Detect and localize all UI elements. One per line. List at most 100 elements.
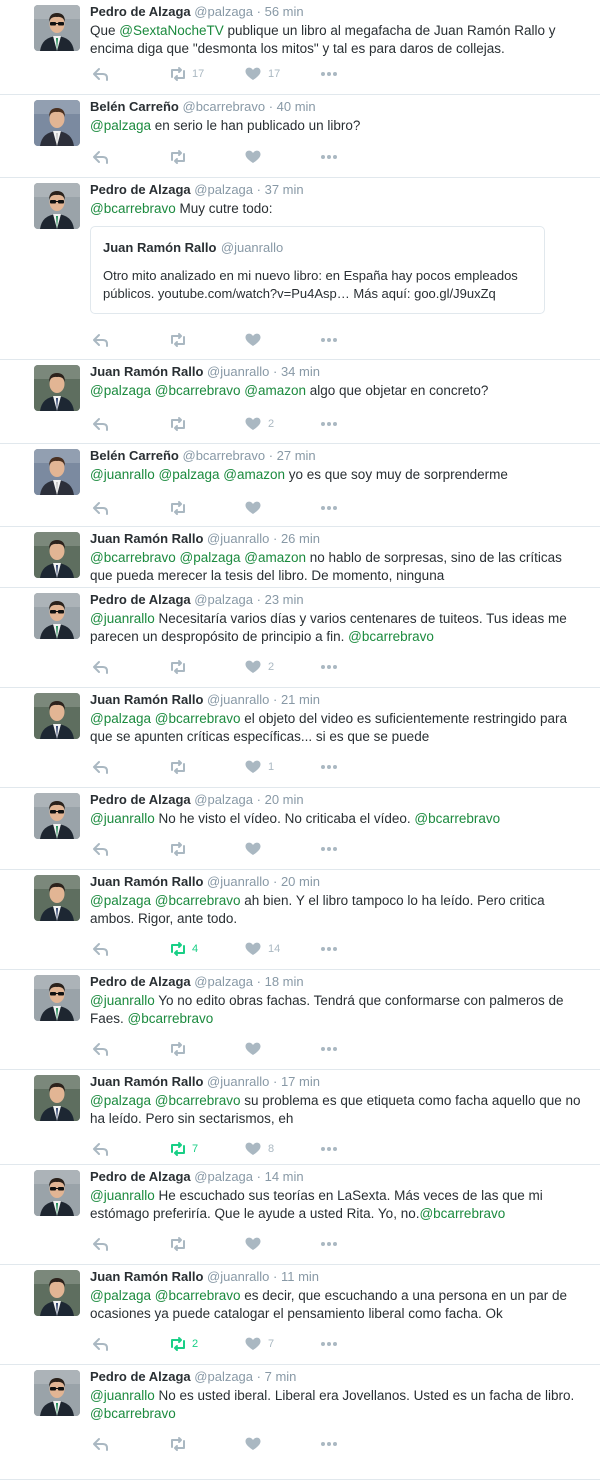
mention-link[interactable]: @bcarrebravo <box>155 1093 241 1108</box>
mention-link[interactable]: @bcarrebravo <box>90 550 176 565</box>
tweet[interactable]: Belén Carreño @bcarrebravo · 40 min @palz… <box>0 95 600 178</box>
like-button[interactable] <box>244 1040 320 1058</box>
like-button[interactable]: 2 <box>244 658 320 676</box>
avatar[interactable] <box>34 593 80 639</box>
mention-link[interactable]: @SextaNocheTV <box>119 23 224 38</box>
reply-button[interactable] <box>92 65 168 83</box>
author-name[interactable]: Belén Carreño <box>90 448 179 463</box>
mention-link[interactable]: @juanrallo <box>90 993 155 1008</box>
mention-link[interactable]: @bcarrebravo <box>90 201 176 216</box>
more-button[interactable] <box>320 758 360 776</box>
author-handle[interactable]: @palzaga <box>194 1369 253 1384</box>
reply-button[interactable] <box>92 148 168 166</box>
more-button[interactable] <box>320 331 360 349</box>
author-handle[interactable]: @juanrallo <box>207 531 269 546</box>
tweet[interactable]: Pedro de Alzaga @palzaga · 7 min @juanral… <box>0 1365 600 1480</box>
author-handle[interactable]: @juanrallo <box>207 1074 269 1089</box>
retweet-button[interactable]: 2 <box>168 1335 244 1353</box>
like-button[interactable] <box>244 148 320 166</box>
mention-link[interactable]: @palzaga <box>90 383 151 398</box>
timestamp[interactable]: · 20 min <box>273 874 320 889</box>
mention-link[interactable]: @palzaga <box>180 550 241 565</box>
avatar[interactable] <box>34 1170 80 1216</box>
timestamp[interactable]: · 23 min <box>257 592 304 607</box>
more-button[interactable] <box>320 840 360 858</box>
timestamp[interactable]: · 40 min <box>269 99 316 114</box>
mention-link[interactable]: @juanrallo <box>90 1388 155 1403</box>
timestamp[interactable]: · 34 min <box>273 364 320 379</box>
author-name[interactable]: Pedro de Alzaga <box>90 792 191 807</box>
tweet[interactable]: Pedro de Alzaga @palzaga · 14 min @juanra… <box>0 1165 600 1265</box>
timestamp[interactable]: · 27 min <box>269 448 316 463</box>
author-handle[interactable]: @palzaga <box>194 182 253 197</box>
more-button[interactable] <box>320 1040 360 1058</box>
mention-link[interactable]: @palzaga <box>90 711 151 726</box>
reply-button[interactable] <box>92 499 168 517</box>
more-button[interactable] <box>320 940 360 958</box>
avatar[interactable] <box>34 532 80 578</box>
quoted-tweet[interactable]: Juan Ramón Rallo @juanrallo Otro mito ana… <box>90 226 545 314</box>
like-button[interactable]: 7 <box>244 1335 320 1353</box>
reply-button[interactable] <box>92 840 168 858</box>
retweet-button[interactable] <box>168 1040 244 1058</box>
retweet-button[interactable] <box>168 658 244 676</box>
tweet[interactable]: Juan Ramón Rallo @juanrallo · 17 min @pal… <box>0 1070 600 1165</box>
mention-link[interactable]: @juanrallo <box>90 1188 155 1203</box>
tweet[interactable]: Pedro de Alzaga @palzaga · 20 min @juanra… <box>0 788 600 870</box>
reply-button[interactable] <box>92 331 168 349</box>
author-name[interactable]: Pedro de Alzaga <box>90 4 191 19</box>
avatar[interactable] <box>34 5 80 51</box>
author-handle[interactable]: @palzaga <box>194 792 253 807</box>
reply-button[interactable] <box>92 1435 168 1453</box>
timestamp[interactable]: · 20 min <box>257 792 304 807</box>
avatar[interactable] <box>34 793 80 839</box>
timestamp[interactable]: · 21 min <box>273 692 320 707</box>
like-button[interactable]: 14 <box>244 940 320 958</box>
more-button[interactable] <box>320 1235 360 1253</box>
like-button[interactable] <box>244 1435 320 1453</box>
tweet[interactable]: Juan Ramón Rallo @juanrallo · 21 min @pal… <box>0 688 600 788</box>
more-button[interactable] <box>320 658 360 676</box>
mention-link[interactable]: @bcarrebravo <box>348 629 434 644</box>
tweet[interactable]: Pedro de Alzaga @palzaga · 37 min @bcarre… <box>0 178 600 360</box>
retweet-button[interactable]: 4 <box>168 940 244 958</box>
avatar[interactable] <box>34 693 80 739</box>
mention-link[interactable]: @amazon <box>244 383 306 398</box>
timestamp[interactable]: · 56 min <box>257 4 304 19</box>
author-name[interactable]: Juan Ramón Rallo <box>90 1269 203 1284</box>
author-name[interactable]: Pedro de Alzaga <box>90 182 191 197</box>
avatar[interactable] <box>34 1370 80 1416</box>
like-button[interactable]: 8 <box>244 1140 320 1158</box>
mention-link[interactable]: @bcarrebravo <box>419 1206 505 1221</box>
retweet-button[interactable] <box>168 758 244 776</box>
tweet[interactable]: Juan Ramón Rallo @juanrallo · 20 min @pal… <box>0 870 600 970</box>
timestamp[interactable]: · 7 min <box>257 1369 297 1384</box>
reply-button[interactable] <box>92 1040 168 1058</box>
author-handle[interactable]: @palzaga <box>194 1169 253 1184</box>
mention-link[interactable]: @amazon <box>223 467 285 482</box>
mention-link[interactable]: @bcarrebravo <box>90 1406 176 1421</box>
mention-link[interactable]: @juanrallo <box>90 611 155 626</box>
mention-link[interactable]: @bcarrebravo <box>155 711 241 726</box>
reply-button[interactable] <box>92 658 168 676</box>
author-name[interactable]: Juan Ramón Rallo <box>90 531 203 546</box>
reply-button[interactable] <box>92 1335 168 1353</box>
tweet[interactable]: Belén Carreño @bcarrebravo · 27 min @juan… <box>0 444 600 527</box>
author-name[interactable]: Juan Ramón Rallo <box>90 1074 203 1089</box>
author-handle[interactable]: @juanrallo <box>207 1269 269 1284</box>
tweet[interactable]: Juan Ramón Rallo @juanrallo · 34 min @pal… <box>0 360 600 444</box>
tweet[interactable]: Juan Ramón Rallo @juanrallo · 26 min @bca… <box>0 527 600 588</box>
author-handle[interactable]: @juanrallo <box>207 874 269 889</box>
like-button[interactable] <box>244 331 320 349</box>
more-button[interactable] <box>320 415 360 433</box>
tweet[interactable]: Juan Ramón Rallo @juanrallo · 11 min @pal… <box>0 1265 600 1365</box>
like-button[interactable] <box>244 499 320 517</box>
avatar[interactable] <box>34 1270 80 1316</box>
mention-link[interactable]: @palzaga <box>90 118 151 133</box>
timestamp[interactable]: · 18 min <box>257 974 304 989</box>
tweet[interactable]: Pedro de Alzaga @palzaga · 18 min @juanra… <box>0 970 600 1070</box>
retweet-button[interactable] <box>168 499 244 517</box>
more-button[interactable] <box>320 148 360 166</box>
author-name[interactable]: Pedro de Alzaga <box>90 974 191 989</box>
more-button[interactable] <box>320 65 360 83</box>
